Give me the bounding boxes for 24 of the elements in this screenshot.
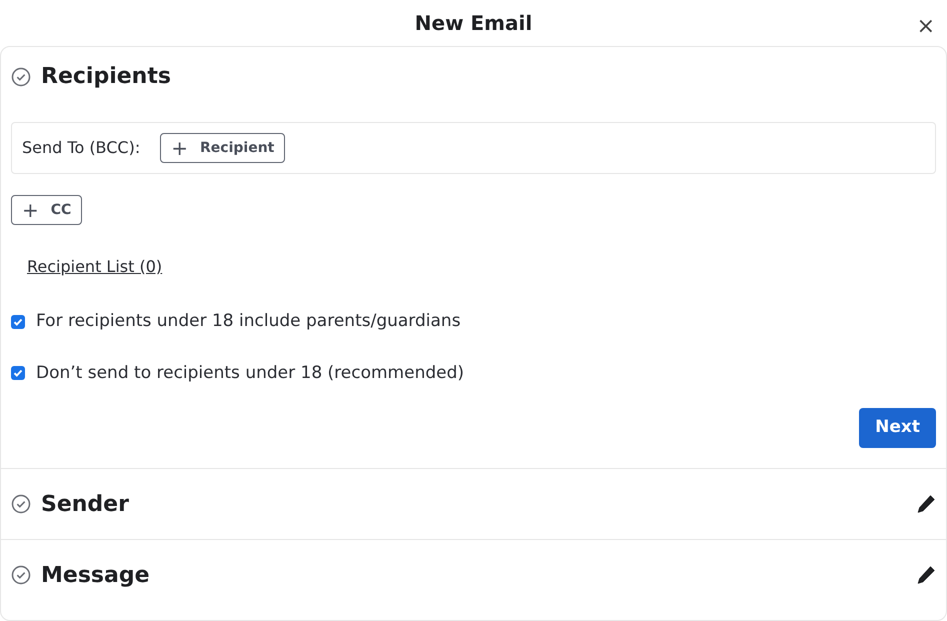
next-button[interactable]: Next <box>859 408 936 448</box>
send-to-label: Send To (BCC): <box>22 137 140 159</box>
section-title: Recipients <box>41 67 171 87</box>
section-title: Message <box>41 562 151 590</box>
option-label: For recipients under 18 include parents/guardians <box>36 310 461 333</box>
pencil-icon[interactable] <box>916 565 936 585</box>
option-label: Don’t send to recipients under 18 (recommended) <box>36 362 464 384</box>
plus-icon: + <box>171 138 188 158</box>
section-header[interactable]: Message <box>1 539 946 610</box>
section-header[interactable]: Sender <box>1 468 946 539</box>
window-title: New Email <box>414 10 532 37</box>
pencil-icon[interactable] <box>916 494 936 514</box>
checkbox[interactable] <box>11 314 25 329</box>
check-circle-icon <box>11 67 31 87</box>
add-recipient-button[interactable]: + Recipient <box>160 133 286 163</box>
add-cc-button[interactable]: + CC <box>11 195 82 225</box>
check-circle-icon <box>11 494 31 514</box>
section-title: Sender <box>41 490 130 518</box>
check-circle-icon <box>11 565 31 585</box>
close-button[interactable]: × <box>916 10 935 43</box>
recipient-list-link[interactable]: Recipient List (0) <box>27 255 162 279</box>
send-to-field[interactable]: Send To (BCC): + Recipient <box>11 122 936 174</box>
plus-icon: + <box>22 200 39 220</box>
checkbox[interactable] <box>11 366 25 380</box>
